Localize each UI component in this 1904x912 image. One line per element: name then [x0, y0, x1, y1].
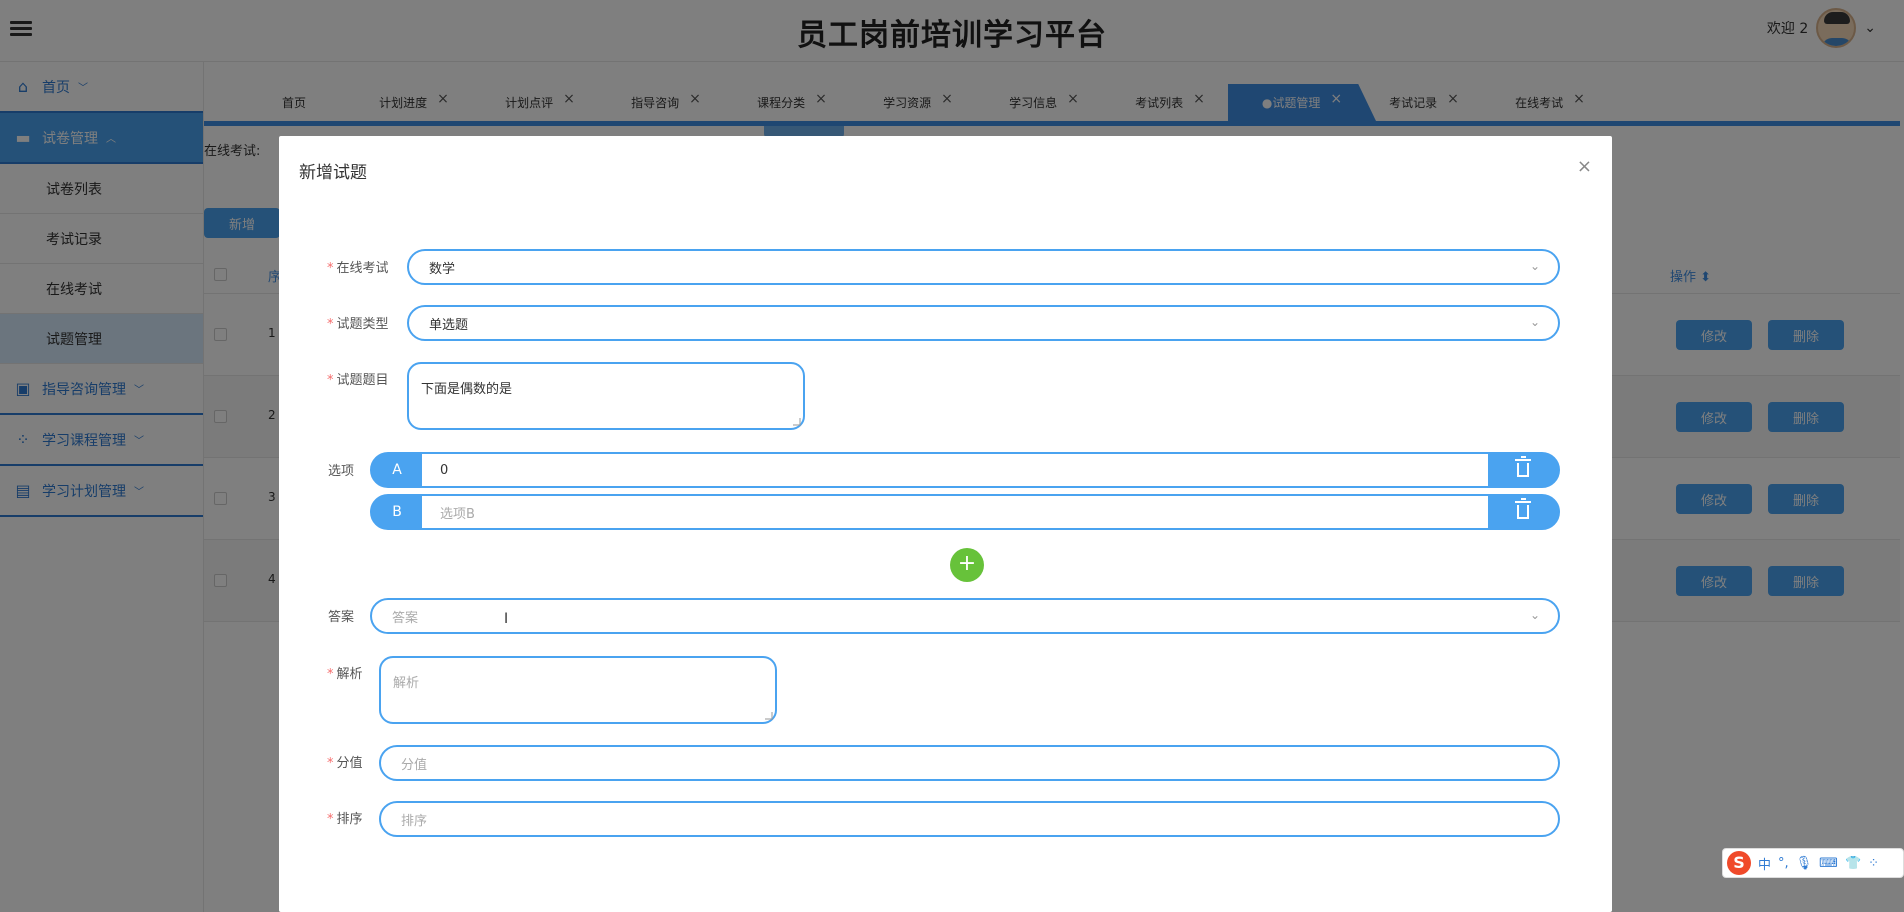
option-row-a: A 0	[370, 452, 1560, 488]
option-b-input[interactable]: 选项B	[422, 496, 1488, 528]
ime-punctuation-toggle[interactable]: °,	[1778, 856, 1789, 871]
answer-placeholder: 答案	[392, 610, 419, 626]
answer-label: 答案	[328, 610, 355, 625]
label-text: 在线考试	[336, 261, 389, 276]
exam-select-value: 数学	[429, 261, 456, 277]
question-type-select[interactable]: 单选题 ⌄	[407, 305, 1560, 341]
required-mark: *	[327, 261, 334, 276]
grid-menu-icon[interactable]: ⁘	[1868, 856, 1879, 871]
analysis-label: * 解析	[327, 663, 363, 682]
score-label: * 分值	[327, 752, 363, 771]
sogou-logo-icon[interactable]: S	[1727, 851, 1751, 875]
resize-handle-icon[interactable]	[793, 418, 801, 426]
option-row-b: B 选项B	[370, 494, 1560, 530]
close-icon[interactable]: ×	[1577, 156, 1592, 177]
add-question-dialog: 新增试题 × * 在线考试 数学 ⌄ * 试题类型 单选题 ⌄ * 试题题目 下面是偶…	[279, 136, 1612, 912]
sort-input[interactable]: 排序	[379, 801, 1560, 837]
required-mark: *	[327, 317, 334, 332]
ime-toolbar[interactable]: S 中 °, 🎙 ⌨ 👕 ⁘	[1722, 848, 1904, 878]
analysis-placeholder: 解析	[393, 676, 420, 691]
add-option-button[interactable]: +	[950, 548, 984, 582]
dialog-title: 新增试题	[299, 163, 367, 183]
chevron-down-icon: ⌄	[1529, 259, 1540, 273]
resize-handle-icon[interactable]	[765, 712, 773, 720]
chevron-down-icon: ⌄	[1529, 315, 1540, 329]
required-mark: *	[327, 373, 334, 388]
type-label: * 试题类型	[327, 313, 389, 332]
delete-option-button[interactable]	[1488, 454, 1558, 486]
exam-label: * 在线考试	[327, 257, 389, 276]
ime-language-toggle[interactable]: 中	[1758, 854, 1771, 873]
score-input[interactable]: 分值	[379, 745, 1560, 781]
microphone-icon[interactable]: 🎙	[1796, 856, 1813, 871]
answer-select[interactable]: 答案 ⌄	[370, 598, 1560, 634]
option-a-input[interactable]: 0	[422, 454, 1488, 486]
skin-icon[interactable]: 👕	[1845, 856, 1861, 871]
label-text: 解析	[336, 667, 363, 682]
question-text: 下面是偶数的是	[421, 382, 513, 397]
chevron-down-icon: ⌄	[1529, 608, 1540, 622]
label-text: 排序	[336, 812, 363, 827]
label-text: 分值	[336, 756, 363, 771]
analysis-textarea[interactable]: 解析	[379, 656, 777, 724]
label-text: 试题题目	[336, 373, 389, 388]
trash-icon	[1515, 498, 1531, 519]
sort-label: * 排序	[327, 808, 363, 827]
question-type-value: 单选题	[429, 317, 469, 333]
option-letter: A	[392, 462, 402, 478]
option-letter: B	[392, 504, 402, 520]
trash-icon	[1515, 456, 1531, 477]
exam-select[interactable]: 数学 ⌄	[407, 249, 1560, 285]
required-mark: *	[327, 667, 334, 682]
delete-option-button[interactable]	[1488, 496, 1558, 528]
keyboard-icon[interactable]: ⌨	[1819, 856, 1838, 871]
text-cursor-icon: I	[504, 611, 509, 627]
required-mark: *	[327, 812, 334, 827]
question-label: * 试题题目	[327, 369, 389, 388]
label-text: 试题类型	[336, 317, 389, 332]
required-mark: *	[327, 756, 334, 771]
question-textarea[interactable]: 下面是偶数的是	[407, 362, 805, 430]
options-label: 选项	[328, 464, 355, 479]
